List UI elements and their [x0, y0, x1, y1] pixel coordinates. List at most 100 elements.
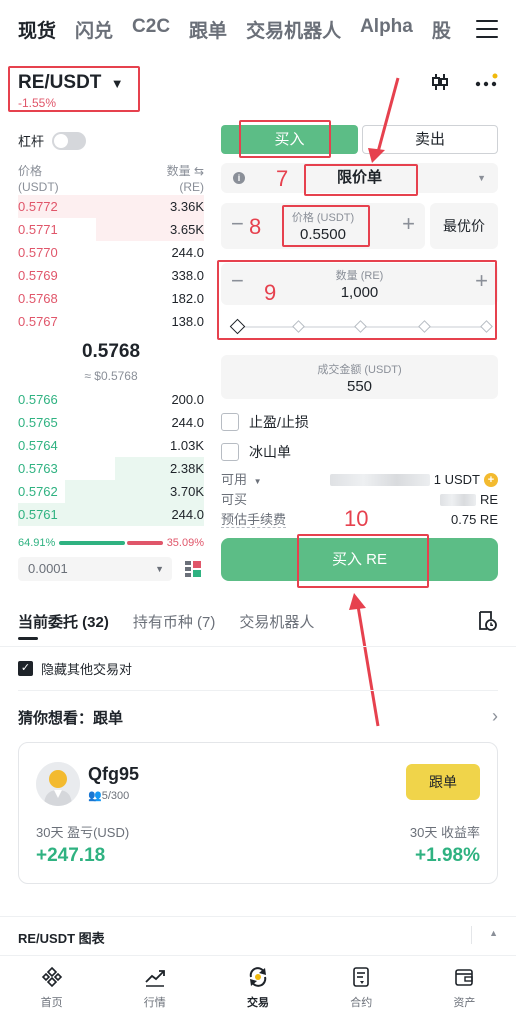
nav-futures[interactable]: 合约: [310, 956, 413, 1023]
slider-mark-75[interactable]: [418, 320, 431, 333]
tab-convert[interactable]: 闪兑: [75, 16, 113, 48]
orderbook-row[interactable]: 0.5769 338.0: [18, 264, 204, 287]
nav-assets[interactable]: 资产: [413, 956, 516, 1023]
fee-label[interactable]: 预估手续费: [221, 512, 287, 528]
row-qty: 200.0: [171, 392, 204, 407]
orderbook-row[interactable]: 0.5761 244.0: [18, 503, 204, 526]
pnl-value: +247.18: [36, 845, 106, 866]
tab-stocks[interactable]: 股: [432, 16, 451, 48]
row-qty: 338.0: [171, 268, 204, 283]
tab-spot[interactable]: 现货: [18, 16, 56, 48]
leverage-toggle[interactable]: [52, 131, 87, 150]
slider-mark-25[interactable]: [292, 320, 305, 333]
orderbook-row[interactable]: 0.5771 3.65K: [18, 218, 204, 241]
orderbook-row[interactable]: 0.5766 200.0: [18, 388, 204, 411]
best-price-button[interactable]: 最优价: [430, 203, 498, 249]
slider-mark-50[interactable]: [354, 320, 367, 333]
caret-down-icon[interactable]: ▼: [254, 477, 262, 486]
sell-tab[interactable]: 卖出: [362, 125, 498, 154]
tp-sl-label: 止盈/止损: [249, 414, 309, 430]
nav-assets-label: 资产: [453, 997, 476, 1009]
pair-selector[interactable]: RE/USDT ▼: [18, 72, 124, 94]
row-price: 0.5770: [18, 245, 58, 260]
bottom-nav: 首页 行情 交易 合约 资产: [0, 955, 516, 1023]
swap-icon[interactable]: ⇆: [194, 164, 204, 178]
order-type-select[interactable]: i 限价单 ▼: [221, 163, 498, 193]
candlestick-chart-icon[interactable]: [430, 72, 450, 92]
annotation-10: 10: [344, 506, 369, 531]
quantity-slider[interactable]: [229, 318, 493, 336]
tp-sl-checkbox[interactable]: [221, 413, 239, 431]
tab-c2c[interactable]: C2C: [132, 16, 170, 48]
orderbook-row[interactable]: 0.5765 244.0: [18, 411, 204, 434]
plus-icon[interactable]: +: [475, 268, 488, 294]
slider-handle[interactable]: [229, 318, 246, 335]
nav-trade[interactable]: 交易: [206, 956, 309, 1023]
orderbook-row[interactable]: 0.5772 3.36K: [18, 195, 204, 218]
tab-trading-bot[interactable]: 交易机器人: [246, 16, 341, 48]
iceberg-row[interactable]: 冰山单: [221, 442, 291, 462]
available-row: 可用 ▼ 1 USDT +: [221, 470, 498, 490]
wallet-icon: [455, 969, 474, 986]
tab-alpha[interactable]: Alpha: [360, 16, 413, 48]
menu-icon[interactable]: [476, 20, 498, 38]
qty-value: 1,000: [340, 284, 379, 301]
blurred-balance: [329, 474, 430, 486]
available-label: 可用: [221, 472, 248, 487]
orderbook-layout-icon[interactable]: [184, 560, 202, 578]
buy-tab[interactable]: 买入: [221, 125, 358, 154]
pair-change: -1.55%: [18, 96, 57, 110]
iceberg-checkbox[interactable]: [221, 443, 239, 461]
leverage-row: 杠杆: [18, 131, 87, 150]
trader-name: Qfg95: [88, 764, 140, 784]
orderbook-header: 价格 (USDT) 数量 ⇆ (RE): [18, 163, 204, 195]
orderbook-row[interactable]: 0.5763 2.38K: [18, 457, 204, 480]
order-type-label: 限价单: [336, 169, 382, 186]
orderbook-row[interactable]: 0.5770 244.0: [18, 241, 204, 264]
home-icon: [41, 966, 62, 988]
nav-home[interactable]: 首页: [0, 956, 103, 1023]
checkmark-icon[interactable]: ✓: [18, 661, 33, 676]
markets-icon: [145, 970, 165, 987]
arrow-to-buy-button: [349, 593, 380, 727]
add-funds-icon[interactable]: +: [484, 473, 498, 487]
chart-section[interactable]: RE/USDT 图表 ▲: [18, 926, 498, 947]
divider: [0, 916, 516, 917]
tab-bots[interactable]: 交易机器人: [239, 611, 314, 632]
last-price[interactable]: 0.5768: [0, 341, 222, 363]
nav-markets[interactable]: 行情: [103, 956, 206, 1023]
followers-value: 5/300: [101, 790, 130, 802]
qty-unit: (RE): [179, 180, 204, 194]
tab-open-orders[interactable]: 当前委托 (32): [18, 611, 109, 632]
orderbook-row[interactable]: 0.5767 138.0: [18, 310, 204, 333]
hide-others-row[interactable]: ✓ 隐藏其他交易对: [18, 659, 132, 678]
plus-icon[interactable]: +: [402, 211, 415, 237]
roi-value: +1.98%: [415, 845, 480, 866]
row-qty: 182.0: [171, 291, 204, 306]
amount-input[interactable]: 成交金额 (USDT) 550: [221, 355, 498, 399]
tab-copy-trading[interactable]: 跟单: [189, 16, 227, 48]
orderbook-row[interactable]: 0.5764 1.03K: [18, 434, 204, 457]
row-qty: 244.0: [171, 245, 204, 260]
chevron-right-icon[interactable]: ›: [492, 706, 498, 727]
amount-value: 550: [346, 378, 373, 395]
more-icon[interactable]: [474, 72, 498, 92]
tp-sl-row[interactable]: 止盈/止损: [221, 412, 309, 432]
order-history-icon[interactable]: [476, 610, 498, 632]
quantity-input[interactable]: − 数量 (RE) 1,000 +: [221, 263, 498, 305]
header-icons: [430, 72, 498, 92]
nav-trade-label: 交易: [247, 997, 269, 1009]
slider-mark-100[interactable]: [480, 320, 493, 333]
roi-label: 30天 收益率: [409, 825, 480, 840]
tab-holdings[interactable]: 持有币种 (7): [133, 611, 216, 632]
row-price: 0.5761: [18, 507, 58, 522]
orderbook-row[interactable]: 0.5768 182.0: [18, 287, 204, 310]
hide-others-label: 隐藏其他交易对: [41, 662, 133, 677]
caret-down-icon: ▼: [110, 76, 124, 91]
chevron-up-icon[interactable]: ▲: [489, 928, 498, 938]
orderbook-row[interactable]: 0.5762 3.70K: [18, 480, 204, 503]
buy-submit-button[interactable]: 买入 RE: [221, 538, 498, 581]
precision-select[interactable]: 0.0001 ▼: [18, 557, 172, 581]
top-tabs: 现货 闪兑 C2C 跟单 交易机器人 Alpha 股: [18, 16, 451, 48]
copy-trade-button[interactable]: 跟单: [406, 764, 480, 800]
